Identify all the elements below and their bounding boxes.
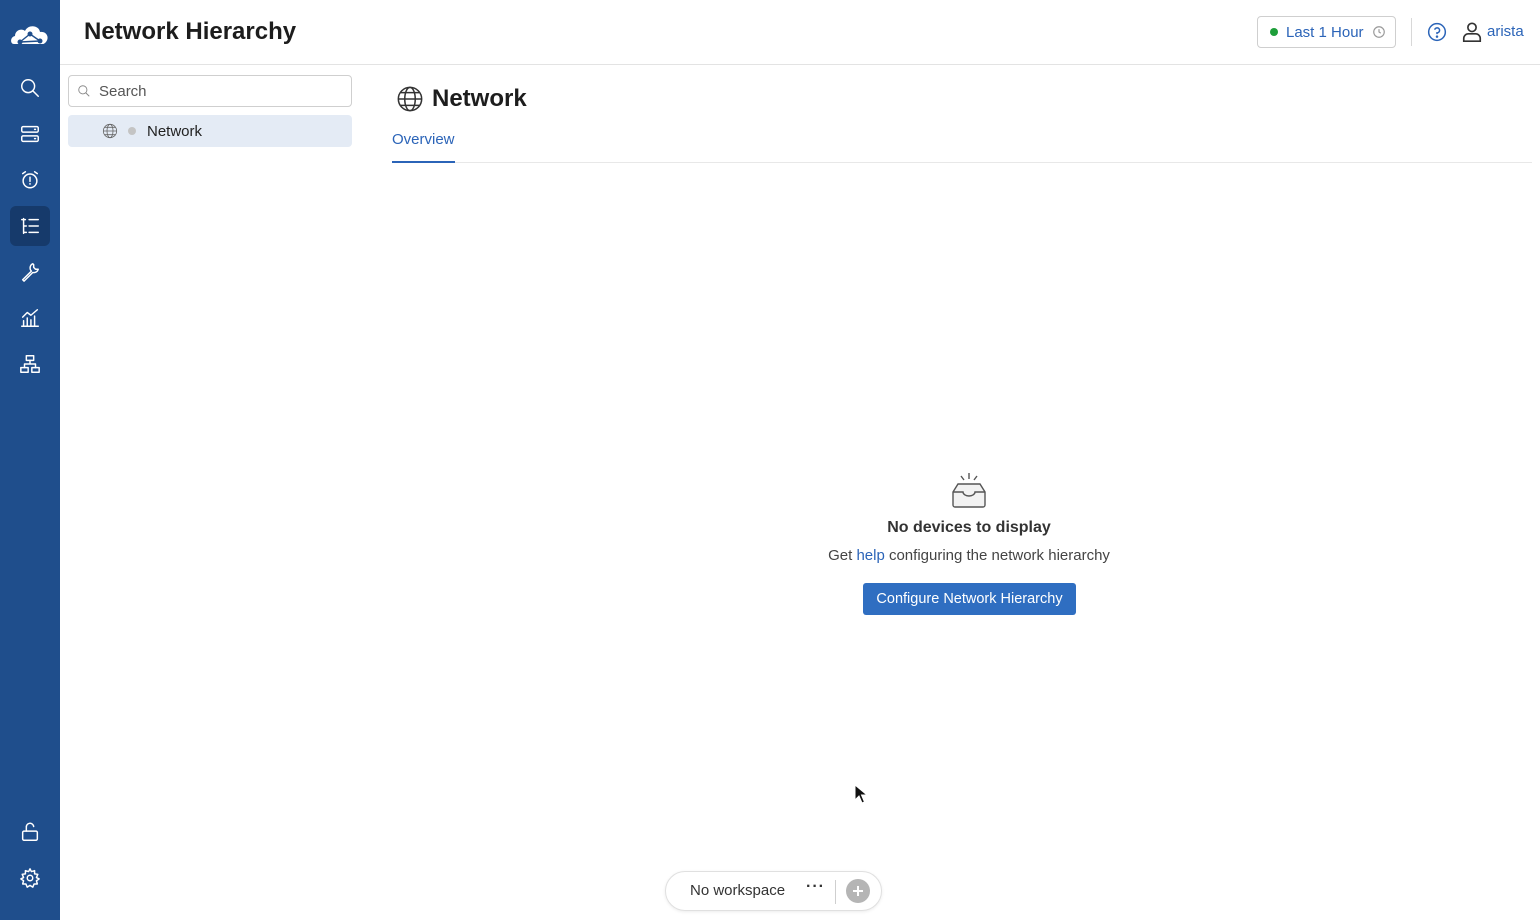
workspace-label[interactable]: No workspace (690, 882, 785, 899)
events-alarm-icon (21, 171, 39, 189)
sidebar-item-dashboards[interactable] (10, 298, 50, 338)
tabs-divider (392, 162, 1532, 163)
sidebar-item-search[interactable] (10, 68, 50, 108)
top-header: Network Hierarchy Last 1 Hour arista (60, 0, 1540, 65)
user-icon[interactable] (1461, 21, 1483, 43)
time-range-button[interactable]: Last 1 Hour (1257, 16, 1396, 48)
add-workspace-button[interactable] (846, 879, 870, 903)
sidebar-item-topology[interactable] (10, 344, 50, 384)
help-icon[interactable] (1427, 22, 1447, 42)
sidebar-item-events[interactable] (10, 160, 50, 200)
topology-icon (20, 355, 40, 373)
tree-search-input[interactable] (99, 82, 339, 100)
unlock-icon (21, 822, 39, 841)
cloudvision-logo-icon[interactable] (8, 20, 52, 52)
sidebar-item-devices[interactable] (10, 114, 50, 154)
workspace-divider (835, 880, 836, 904)
sidebar-item-settings[interactable] (10, 858, 50, 898)
sidebar-item-lock[interactable] (10, 812, 50, 852)
workspace-more-button[interactable]: ··· (806, 878, 825, 896)
clock-icon (1372, 26, 1385, 38)
empty-state-sub-prefix: Get (828, 547, 857, 564)
search-icon (78, 85, 90, 97)
page-title: Network Hierarchy (84, 18, 297, 45)
main-title: Network (432, 85, 527, 112)
tab-overview[interactable]: Overview (392, 131, 455, 163)
search-icon (21, 79, 39, 97)
sidebar-item-provisioning[interactable] (10, 252, 50, 292)
devices-icon (21, 125, 39, 143)
dashboard-chart-icon (21, 309, 39, 327)
workspace-bar: No workspace ··· (665, 871, 882, 911)
hierarchy-list-icon (21, 217, 39, 235)
mouse-cursor-icon (854, 784, 868, 804)
time-range-label: Last 1 Hour (1286, 23, 1364, 41)
empty-state-title: No devices to display (887, 519, 1051, 536)
sidebar (0, 0, 60, 920)
sidebar-item-network-hierarchy[interactable] (10, 206, 50, 246)
globe-icon (102, 123, 118, 139)
globe-icon (397, 86, 423, 112)
live-status-dot (1270, 28, 1278, 36)
settings-gear-icon (20, 868, 40, 888)
tree-item-network[interactable]: Network (68, 115, 352, 147)
tree-status-dot (128, 127, 136, 135)
header-divider (1411, 18, 1412, 46)
plus-icon (853, 886, 863, 896)
empty-state-subtitle: Get help configuring the network hierarc… (700, 547, 1238, 564)
user-name-link[interactable]: arista (1487, 23, 1524, 40)
tree-item-label: Network (147, 122, 203, 140)
wrench-icon (21, 263, 39, 282)
help-link[interactable]: help (856, 547, 884, 564)
empty-inbox-icon (952, 473, 986, 508)
tree-search-field[interactable] (68, 75, 352, 107)
empty-state-sub-suffix: configuring the network hierarchy (884, 547, 1110, 564)
configure-network-hierarchy-button[interactable]: Configure Network Hierarchy (863, 583, 1076, 615)
